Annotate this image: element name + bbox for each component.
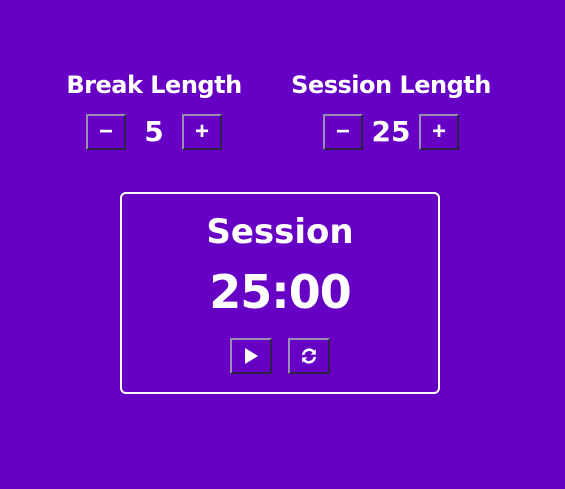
break-length-controls: − 5 +: [52, 114, 256, 150]
timer-time-display: 25:00: [209, 265, 351, 319]
reset-button[interactable]: [288, 338, 330, 374]
timer-controls: [122, 338, 438, 374]
break-decrement-button[interactable]: −: [86, 114, 126, 150]
break-length-title: Break Length: [66, 71, 242, 99]
refresh-icon: [300, 347, 318, 365]
break-increment-button[interactable]: +: [182, 114, 222, 150]
session-length-value: 25: [371, 115, 411, 148]
session-decrement-button[interactable]: −: [323, 114, 363, 150]
timer-panel: Session 25:00: [120, 192, 440, 394]
session-length-controls: − 25 +: [276, 114, 506, 150]
play-icon: [243, 347, 259, 365]
break-length-group: Break Length − 5 +: [52, 68, 256, 150]
timer-label: Session: [206, 212, 354, 252]
break-length-value: 5: [144, 115, 164, 148]
session-increment-button[interactable]: +: [419, 114, 459, 150]
session-length-title: Session Length: [291, 71, 491, 99]
start-stop-button[interactable]: [230, 338, 272, 374]
session-length-group: Session Length − 25 +: [276, 68, 506, 150]
